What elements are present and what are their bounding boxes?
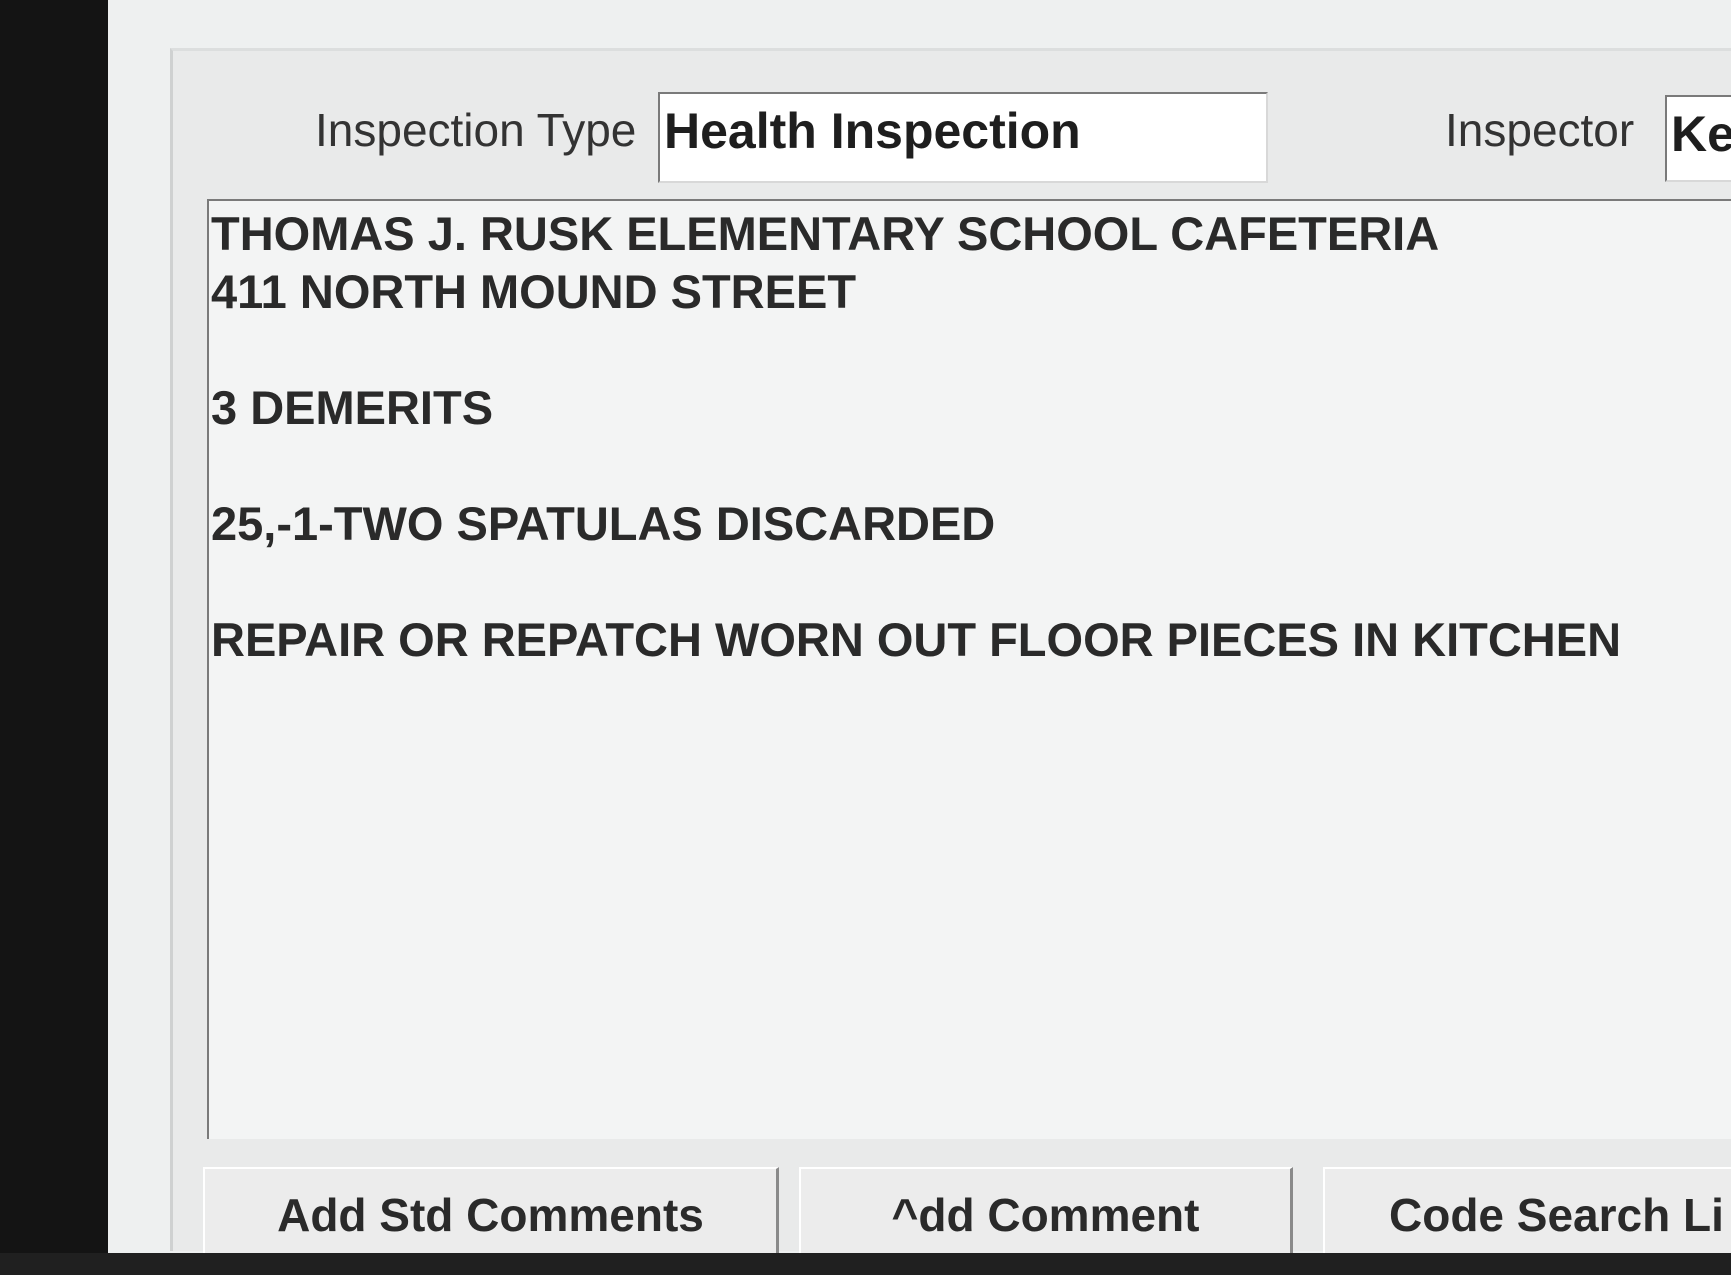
inspection-type-field[interactable]: Health Inspection: [658, 92, 1268, 183]
comment-line-blank: [211, 437, 1731, 495]
add-std-comments-button[interactable]: Add Std Comments: [203, 1167, 779, 1253]
add-comment-button[interactable]: ^dd Comment: [799, 1167, 1293, 1253]
code-search-button[interactable]: Code Search Li: [1323, 1167, 1731, 1253]
comment-line-blank: [211, 553, 1731, 611]
scan-shadow-edge: [0, 1253, 1731, 1275]
comment-line-blank: [211, 321, 1731, 379]
action-button-row: Add Std Comments ^dd Comment Code Search…: [203, 1167, 1731, 1253]
inspection-type-label: Inspection Type: [315, 104, 637, 156]
comments-textarea[interactable]: THOMAS J. RUSK ELEMENTARY SCHOOL CAFETER…: [207, 199, 1731, 1139]
inspector-field[interactable]: Ke: [1665, 95, 1731, 182]
comment-line-school-name: THOMAS J. RUSK ELEMENTARY SCHOOL CAFETER…: [211, 207, 1440, 260]
inspection-form-panel: Inspection Type Health Inspection Inspec…: [170, 48, 1731, 1253]
comment-line-violation: 25,-1-TWO SPATULAS DISCARDED: [211, 497, 996, 550]
inspector-label: Inspector: [1445, 104, 1635, 156]
comment-line-demerits: 3 DEMERITS: [211, 381, 494, 434]
comment-line-address: 411 NORTH MOUND STREET: [211, 265, 857, 318]
scanned-screen: Inspection Type Health Inspection Inspec…: [108, 0, 1731, 1253]
comment-line-repair-note: REPAIR OR REPATCH WORN OUT FLOOR PIECES …: [211, 613, 1622, 666]
